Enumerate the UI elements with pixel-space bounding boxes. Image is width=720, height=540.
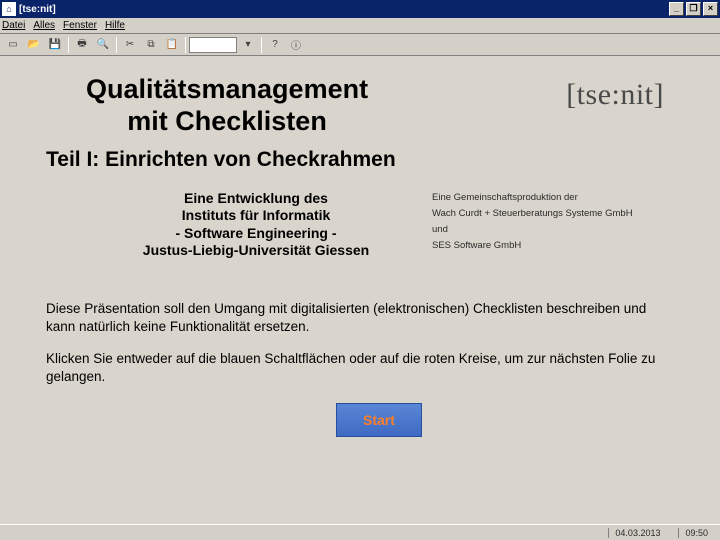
credit-right-l2: Wach Curdt + Steuerberatungs Systeme Gmb… xyxy=(432,208,633,219)
menu-window[interactable]: Fenster xyxy=(63,20,97,31)
save-icon[interactable]: 💾 xyxy=(45,36,65,54)
open-icon[interactable]: 📂 xyxy=(24,36,44,54)
copy-icon[interactable]: ⧉ xyxy=(141,36,161,54)
zoom-dropdown-icon[interactable]: ▾ xyxy=(238,36,258,54)
slide-title-line2: mit Checklisten xyxy=(127,106,327,136)
product-logo: [tse:nit] xyxy=(566,78,664,112)
toolbar: ▭ 📂 💾 🖶 🔍 ✂ ⧉ 📋 ▾ ? ⓘ xyxy=(0,34,720,56)
info-icon[interactable]: ⓘ xyxy=(286,36,306,54)
toolbar-sep-4 xyxy=(261,37,262,53)
window-title: [tse:nit] xyxy=(19,4,56,15)
slide-subtitle: Teil I: Einrichten von Checkrahmen xyxy=(46,148,674,172)
menu-help[interactable]: Hilfe xyxy=(105,20,125,31)
window-titlebar: ⌂ [tse:nit] _ ❐ × xyxy=(0,0,720,18)
credit-right-l3: und xyxy=(432,224,448,235)
menu-misc[interactable]: Alles xyxy=(33,20,55,31)
slide-header: Qualitätsmanagement mit Checklisten [tse… xyxy=(46,74,674,138)
toolbar-sep-1 xyxy=(68,37,69,53)
paste-icon[interactable]: 📋 xyxy=(162,36,182,54)
status-time: 09:50 xyxy=(678,528,714,538)
print-icon[interactable]: 🖶 xyxy=(72,36,92,54)
statusbar: 04.03.2013 09:50 xyxy=(0,524,720,540)
app-icon: ⌂ xyxy=(2,2,16,16)
credit-left-l3: - Software Engineering - xyxy=(175,225,336,241)
help-icon[interactable]: ? xyxy=(265,36,285,54)
credits-left: Eine Entwicklung des Instituts für Infor… xyxy=(106,190,406,260)
zoom-input[interactable] xyxy=(189,37,237,53)
menubar: Datei Alles Fenster Hilfe xyxy=(0,18,720,34)
cut-icon[interactable]: ✂ xyxy=(120,36,140,54)
preview-icon[interactable]: 🔍 xyxy=(93,36,113,54)
credits-row: Eine Entwicklung des Instituts für Infor… xyxy=(46,190,674,260)
credit-left-l1: Eine Entwicklung des xyxy=(184,190,328,206)
close-button[interactable]: × xyxy=(703,2,718,16)
credit-left-l4: Justus-Liebig-Universität Giessen xyxy=(143,242,369,258)
intro-paragraph-1: Diese Präsentation soll den Umgang mit d… xyxy=(46,300,674,336)
slide-title-line1: Qualitätsmanagement xyxy=(86,74,368,104)
credit-right-l1: Eine Gemeinschaftsproduktion der xyxy=(432,192,578,203)
toolbar-sep-2 xyxy=(116,37,117,53)
minimize-button[interactable]: _ xyxy=(669,2,684,16)
credit-right-l4: SES Software GmbH xyxy=(432,240,521,251)
credit-left-l2: Instituts für Informatik xyxy=(182,207,331,223)
credits-right: Eine Gemeinschaftsproduktion der Wach Cu… xyxy=(432,190,674,260)
intro-paragraph-2: Klicken Sie entweder auf die blauen Scha… xyxy=(46,350,674,386)
slide-title: Qualitätsmanagement mit Checklisten xyxy=(86,74,368,138)
slide-area: Qualitätsmanagement mit Checklisten [tse… xyxy=(0,56,720,524)
menu-file[interactable]: Datei xyxy=(2,20,25,31)
window-controls: _ ❐ × xyxy=(669,2,718,16)
restore-button[interactable]: ❐ xyxy=(686,2,701,16)
new-icon[interactable]: ▭ xyxy=(3,36,23,54)
start-button[interactable]: Start xyxy=(336,403,422,437)
status-date: 04.03.2013 xyxy=(608,528,666,538)
toolbar-sep-3 xyxy=(185,37,186,53)
